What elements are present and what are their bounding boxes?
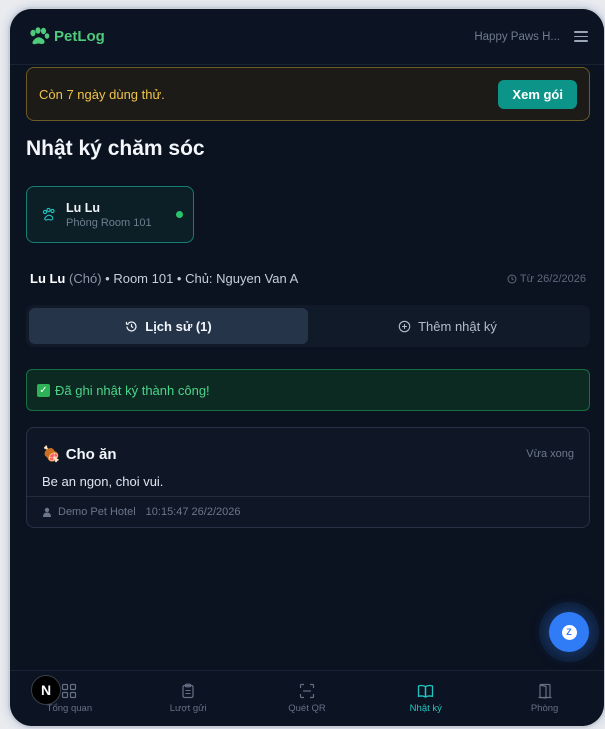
nav-item-stays-label: Lượt gửi bbox=[169, 703, 207, 714]
nav-item-stays[interactable]: Lượt gửi bbox=[129, 671, 248, 726]
check-icon: ✓ bbox=[37, 383, 50, 397]
tab-bar: Lịch sử (1) Thêm nhật ký bbox=[26, 305, 590, 347]
door-icon bbox=[538, 683, 552, 699]
top-right: Happy Paws H... bbox=[474, 31, 588, 43]
menu-icon[interactable] bbox=[574, 31, 588, 42]
pet-card-room: Phòng Room 101 bbox=[66, 216, 152, 229]
pet-info-name: Lu Lu bbox=[30, 271, 66, 286]
bottom-nav: Tổng quan Lượt gửi Quét QR Nhật ký Phòng bbox=[10, 670, 604, 726]
log-entry-title-text: Cho ăn bbox=[65, 445, 117, 463]
food-icon: 🍖 bbox=[42, 446, 61, 463]
dev-tools-badge[interactable]: N bbox=[31, 675, 61, 705]
logo-text: PetLog bbox=[54, 28, 105, 45]
pet-info-species: (Chó) bbox=[69, 271, 102, 286]
book-open-icon bbox=[418, 684, 434, 698]
success-message: Đã ghi nhật ký thành công! bbox=[55, 382, 210, 398]
top-bar: PetLog Happy Paws H... bbox=[10, 9, 604, 65]
trial-banner: Còn 7 ngày dùng thử. Xem gói bbox=[26, 67, 590, 121]
logo[interactable]: PetLog bbox=[28, 26, 105, 47]
nav-item-rooms[interactable]: Phòng bbox=[485, 671, 604, 726]
clock-icon bbox=[507, 274, 517, 283]
tab-history[interactable]: Lịch sử (1) bbox=[29, 308, 308, 344]
dashboard-grid-icon bbox=[62, 683, 77, 699]
chat-button[interactable]: Z bbox=[549, 612, 589, 652]
history-icon bbox=[126, 320, 137, 332]
nav-item-journal[interactable]: Nhật ký bbox=[366, 671, 485, 726]
view-plans-button[interactable]: Xem gói bbox=[498, 79, 577, 109]
pet-card[interactable]: Lu Lu Phòng Room 101 bbox=[26, 186, 194, 243]
pet-info-summary: Lu Lu (Chó) • Room 101 • Chủ: Nguyen Van… bbox=[30, 271, 298, 286]
log-entry-body: Be an ngon, choi vui. bbox=[42, 474, 164, 489]
success-alert: ✓ Đã ghi nhật ký thành công! bbox=[26, 369, 590, 411]
pet-info-details: • Room 101 • Chủ: Nguyen Van A bbox=[105, 271, 299, 286]
log-entry-title: 🍖 Cho ăn bbox=[42, 445, 117, 464]
nav-item-overview-label: Tổng quan bbox=[46, 703, 93, 714]
chat-icon: Z bbox=[561, 624, 577, 640]
pet-card-info: Lu Lu Phòng Room 101 bbox=[66, 201, 176, 229]
clipboard-icon bbox=[182, 683, 194, 699]
pet-info-since-text: Từ 26/2/2026 bbox=[519, 272, 586, 285]
log-entry-header: 🍖 Cho ăn Vừa xong bbox=[42, 445, 574, 464]
pet-info-row: Lu Lu (Chó) • Room 101 • Chủ: Nguyen Van… bbox=[30, 271, 586, 286]
user-icon bbox=[43, 507, 51, 517]
nav-item-journal-label: Nhật ký bbox=[409, 703, 442, 714]
log-entry-author: Demo Pet Hotel bbox=[58, 506, 136, 518]
nav-item-rooms-label: Phòng bbox=[530, 703, 559, 714]
log-entry-footer: Demo Pet Hotel 10:15:47 26/2/2026 bbox=[27, 496, 589, 527]
hotel-name[interactable]: Happy Paws H... bbox=[474, 31, 560, 43]
tab-add-entry[interactable]: Thêm nhật ký bbox=[308, 308, 587, 344]
log-entry-card[interactable]: 🍖 Cho ăn Vừa xong Be an ngon, choi vui. … bbox=[26, 427, 590, 528]
app-frame: PetLog Happy Paws H... Còn 7 ngày dùng t… bbox=[10, 9, 604, 726]
status-dot bbox=[176, 211, 183, 218]
nav-item-scan-qr[interactable]: Quét QR bbox=[248, 671, 367, 726]
trial-message: Còn 7 ngày dùng thử. bbox=[39, 86, 165, 102]
log-entry-relative-time: Vừa xong bbox=[526, 448, 574, 460]
nav-item-scan-qr-label: Quét QR bbox=[288, 703, 326, 714]
plus-circle-icon bbox=[398, 320, 411, 332]
paw-icon bbox=[42, 207, 55, 221]
pet-card-name: Lu Lu bbox=[66, 200, 101, 215]
pet-info-since: Từ 26/2/2026 bbox=[507, 273, 586, 285]
paw-logo-icon bbox=[30, 26, 50, 44]
nav-item-overview[interactable]: Tổng quan bbox=[10, 671, 129, 726]
scan-qr-icon bbox=[299, 683, 315, 699]
tab-add-entry-label: Thêm nhật ký bbox=[418, 318, 497, 334]
page-title: Nhật ký chăm sóc bbox=[26, 137, 205, 160]
log-entry-timestamp: 10:15:47 26/2/2026 bbox=[145, 506, 241, 518]
tab-history-label: Lịch sử (1) bbox=[145, 318, 212, 334]
